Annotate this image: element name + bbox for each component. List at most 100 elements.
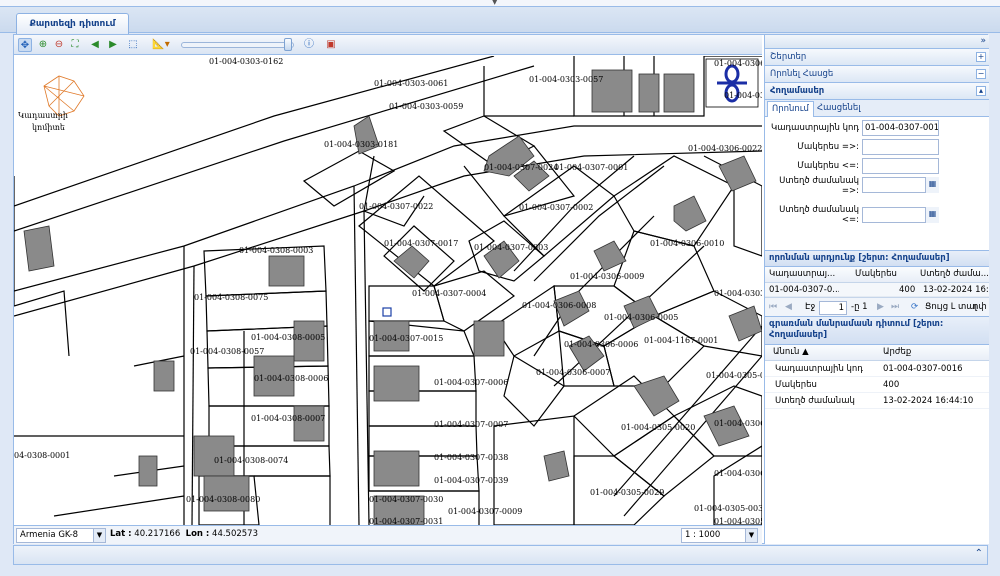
parcel-label[interactable]: 01-004-0307-0003 [474, 243, 548, 252]
parcel-label[interactable]: 01-004-0307-0009 [448, 507, 522, 516]
map-canvas[interactable]: Կադաստրի կոմիտե 01-004-0303-0162 01-004-0… [14, 56, 762, 525]
accordion-parcels[interactable]: Հողամասեր ▴ [765, 83, 989, 100]
parcel-label[interactable]: 01-004-0307-0015 [369, 334, 443, 343]
parcel-label[interactable]: 01-004-0307-0001 [554, 163, 628, 172]
chevron-down-icon[interactable]: ▼ [745, 529, 757, 542]
parcel-label[interactable]: 01-004-0307-0031 [369, 517, 443, 525]
parcel-label[interactable]: 01-004-0306-0021 [724, 91, 762, 100]
subtab-advanced[interactable]: Հասցենել [813, 101, 865, 117]
parcel-label[interactable]: 01-004-0305-0002 [714, 517, 762, 525]
parcel-label[interactable]: 01-004-0307-0039 [434, 476, 508, 485]
parcel-label[interactable]: 01-004-0307-0022 [359, 202, 433, 211]
parcel-label[interactable]: 01-004-0306-0007 [536, 368, 610, 377]
calendar-icon[interactable]: ▦ [925, 207, 939, 223]
chevron-down-icon[interactable]: ▼ [93, 529, 105, 542]
property-row[interactable]: Կադաստրային կոդ 01-004-0307-0016 [765, 361, 989, 377]
parcel-label[interactable]: 01-004-0305-0020 [621, 423, 695, 432]
cadastral-code-input[interactable]: 01-004-0307-0016 [862, 120, 939, 136]
parcel-label[interactable]: 01-004-0306-0022 [688, 144, 762, 153]
parcel-label[interactable]: 01-004-0307-0038 [434, 453, 508, 462]
next-extent-icon[interactable]: ▶ [106, 38, 120, 52]
tab-map-view[interactable]: Քարտեզի դիտում [16, 13, 129, 34]
parcel-label[interactable]: 01-004-0308-0075 [194, 293, 268, 302]
parcel-label[interactable]: 01-004-0308-0007 [251, 414, 325, 423]
parcel-label[interactable]: 01-004-0307-0030 [369, 495, 443, 504]
chevron-up-icon[interactable]: ▴ [976, 86, 986, 96]
subtab-search[interactable]: Որոնում [767, 101, 814, 117]
next-page-icon[interactable]: ▶ [877, 302, 884, 312]
parcel-label[interactable]: 01-004-0307-0006 [434, 378, 508, 387]
parcel-label[interactable]: 01-004-0306-0019 [714, 419, 762, 428]
prev-page-icon[interactable]: ◀ [785, 302, 792, 312]
col-created[interactable]: Ստեղծ ժամա... [920, 269, 988, 279]
parcel-label[interactable]: 01-004-0308-0006 [254, 374, 328, 383]
col-cadastral[interactable]: Կադաստրայ... [769, 269, 839, 279]
parcel-label[interactable]: 01-004-0308-0074 [214, 456, 288, 465]
col-value[interactable]: Արժեք [883, 347, 911, 357]
parcel-label[interactable]: 01-004-0306-0008 [522, 301, 596, 310]
calendar-icon[interactable]: ▦ [925, 177, 939, 193]
refresh-icon[interactable]: ⟳ [911, 302, 918, 312]
parcel-label[interactable]: 04-0308-0001 [14, 451, 70, 460]
parcel-label[interactable]: 01-004-0307-0017 [384, 239, 458, 248]
parcel-label[interactable]: 01-004-0306-0009 [570, 272, 644, 281]
parcel-label[interactable]: 01-004-0306-0005 [604, 313, 678, 322]
parcel-label[interactable]: 01-004-0307-0024 [484, 163, 558, 172]
parcel-label[interactable]: 01-004-0303-0057 [529, 75, 603, 84]
zoom-out-icon[interactable]: ⊖ [52, 38, 66, 52]
zoom-slider-knob[interactable] [284, 38, 292, 51]
zoom-slider[interactable] [181, 42, 294, 48]
parcel-label[interactable]: 01-004-0305-0031 [694, 504, 762, 513]
parcel-label[interactable]: 01-004-0308-0057 [190, 347, 264, 356]
parcel-label[interactable]: 01-004-0306-0010 [650, 239, 724, 248]
double-chevron-up-icon[interactable]: ⌃ [975, 548, 983, 559]
parcel-label[interactable]: 01-004-0305-0029 [590, 488, 664, 497]
page-input[interactable]: 1 [819, 301, 847, 315]
area-min-input[interactable] [862, 139, 939, 155]
parcel-label[interactable]: 01-004-0307-0004 [412, 289, 486, 298]
parcel-label[interactable]: 01-004-0303-0059 [389, 102, 463, 111]
show-label[interactable]: Ցույց Լ տալ [925, 302, 977, 312]
parcel-label[interactable]: 01-004-1167-0001 [644, 336, 718, 345]
projection-select[interactable]: Armenia GK-8 ▼ [16, 528, 106, 543]
parcel-label[interactable]: 01-004-0306-0018 [714, 469, 762, 478]
print-icon[interactable]: ▣ [324, 38, 338, 52]
property-row[interactable]: Ստեղծ ժամանակ 13-02-2024 16:44:10 [765, 393, 989, 409]
parcel-label[interactable]: 01-004-0307-0007 [434, 420, 508, 429]
pan-icon[interactable]: ✥ [18, 38, 32, 52]
accordion-layers[interactable]: Շերտեր + [765, 49, 989, 66]
expand-icon[interactable]: + [976, 52, 986, 62]
measure-icon[interactable]: 📐▾ [150, 38, 172, 52]
accordion-address-search[interactable]: Որոնել Հասցե − [765, 66, 989, 83]
previous-extent-icon[interactable]: ◀ [88, 38, 102, 52]
parcel-label[interactable]: 01-004-0308-0080 [186, 495, 260, 504]
top-collapse-strip[interactable]: ▼ [0, 0, 1000, 7]
parcel-label[interactable]: 01-004-0307-0002 [519, 203, 593, 212]
double-chevron-right-icon[interactable]: » [980, 36, 986, 46]
parcel-label[interactable]: 01-004-0303-0181 [324, 140, 398, 149]
property-row[interactable]: Մակերես 400 [765, 377, 989, 393]
full-extent-icon[interactable]: ⛶ [68, 38, 82, 52]
zoom-in-icon[interactable]: ⊕ [36, 38, 50, 52]
parcel-label[interactable]: 01-004-0303-0056 [714, 289, 762, 298]
parcel-label[interactable]: 01-004-0306-0022 [714, 59, 762, 68]
col-area[interactable]: Մակերես [855, 269, 915, 279]
parcel-label[interactable]: 01-004-0306-0006 [564, 340, 638, 349]
last-page-icon[interactable]: ⏭ [891, 302, 899, 312]
parcel-label[interactable]: 01-004-0308-0003 [239, 246, 313, 255]
scale-select[interactable]: 1 : 1000 ▼ [681, 528, 758, 543]
first-page-icon[interactable]: ⏮ [769, 302, 777, 312]
panel-collapse-bar[interactable]: » [765, 35, 989, 49]
parcel-label[interactable]: 01-004-0308-0005 [251, 333, 325, 342]
area-max-input[interactable] [862, 158, 939, 174]
collapse-chevron-icon[interactable]: ▼ [492, 0, 497, 6]
cadastral-map[interactable]: Կադաստրի կոմիտե 01-004-0303-0162 01-004-0… [14, 56, 762, 525]
parcel-label[interactable]: 01-004-0305-0036 [706, 371, 762, 380]
col-name[interactable]: Անուն ▲ [773, 347, 809, 357]
bottom-collapse-strip[interactable]: ⌃ [13, 545, 988, 565]
select-icon[interactable]: ⬚ [126, 38, 140, 52]
info-icon[interactable]: ⓘ [302, 38, 316, 52]
collapse-icon[interactable]: − [976, 69, 986, 79]
parcel-label[interactable]: 01-004-0303-0061 [374, 79, 448, 88]
table-row[interactable]: 01-004-0307-0... 400 13-02-2024 16:... [765, 283, 989, 297]
